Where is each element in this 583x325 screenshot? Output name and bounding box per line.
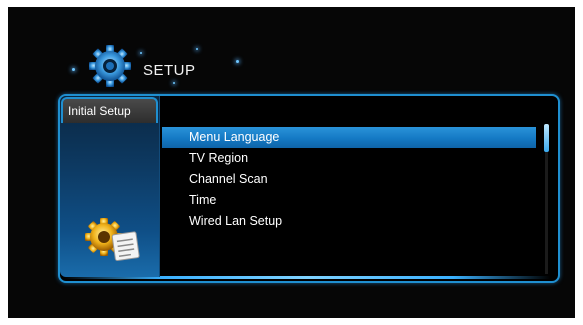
setup-menu-list: Menu Language TV Region Channel Scan Tim… [162,127,536,232]
scrollbar-thumb[interactable] [544,124,549,152]
page-title: SETUP [143,62,196,79]
menu-item-time[interactable]: Time [162,190,536,211]
menu-item-channel-scan[interactable]: Channel Scan [162,169,536,190]
settings-document-icon [85,218,140,261]
sparkle-decoration [173,82,175,84]
sparkle-decoration [72,68,75,71]
gear-icon [89,45,131,87]
sparkle-decoration [140,52,142,54]
tab-label: Initial Setup [68,104,131,118]
menu-item-menu-language[interactable]: Menu Language [162,127,536,148]
sparkle-decoration [196,48,198,50]
sparkle-decoration [236,60,239,63]
menu-item-wired-lan-setup[interactable]: Wired Lan Setup [162,211,536,232]
menu-item-tv-region[interactable]: TV Region [162,148,536,169]
